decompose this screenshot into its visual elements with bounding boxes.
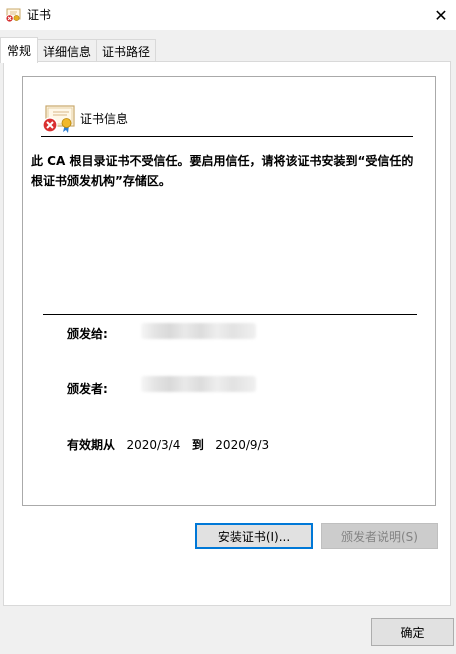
section-title: 证书信息 [80, 112, 129, 126]
issued-by-label: 颁发者: [67, 382, 108, 396]
tab-certification-path[interactable]: 证书路径 [96, 39, 157, 62]
certificate-dialog: 证书 ✕ 常规 详细信息 证书路径 证书信息 此 CA 根目录证书不受信任。要启… [0, 0, 456, 654]
window-title: 证书 [27, 8, 52, 22]
tab-details[interactable]: 详细信息 [37, 39, 98, 62]
divider [41, 136, 413, 137]
title-bar: 证书 ✕ [0, 0, 456, 30]
trust-warning-text: 此 CA 根目录证书不受信任。要启用信任，请将该证书安装到“受信任的根证书颁发机… [31, 154, 414, 188]
validity-period: 有效期从 2020/3/4 到 2020/9/3 [67, 436, 269, 453]
validity-label: 有效期从 [67, 438, 116, 452]
to-label: 到 [191, 438, 204, 452]
valid-to-value: 2020/9/3 [215, 438, 270, 452]
install-certificate-button[interactable]: 安装证书(I)... [195, 523, 313, 549]
valid-from-value: 2020/3/4 [126, 438, 181, 452]
certificate-info-box: 证书信息 此 CA 根目录证书不受信任。要启用信任，请将该证书安装到“受信任的根… [22, 76, 436, 506]
close-button[interactable]: ✕ [426, 0, 456, 30]
tab-bar: 常规 详细信息 证书路径 [0, 37, 157, 63]
tab-general[interactable]: 常规 [0, 37, 39, 63]
close-icon: ✕ [434, 5, 448, 25]
divider [43, 314, 417, 315]
issuer-statement-button[interactable]: 颁发者说明(S) [321, 523, 438, 549]
ok-button[interactable]: 确定 [371, 618, 454, 646]
issued-to-label: 颁发给: [67, 327, 108, 341]
certificate-error-icon [42, 105, 75, 133]
issued-by-value-redacted [141, 376, 256, 392]
issued-to-value-redacted [141, 323, 256, 339]
certificate-error-icon [5, 8, 21, 23]
